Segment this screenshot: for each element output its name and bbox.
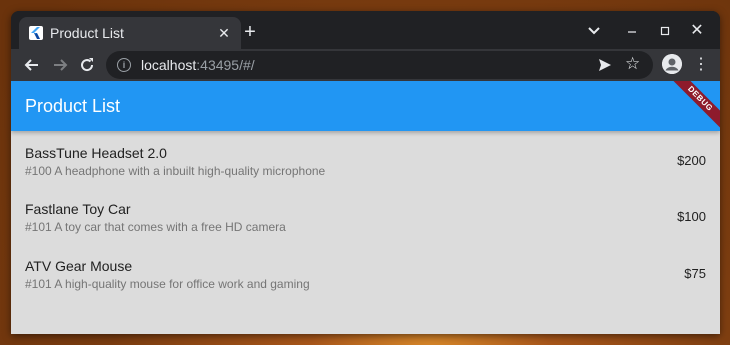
app-page: Product List DEBUG BassTune Headset 2.0 … [11, 81, 720, 334]
reload-icon[interactable] [77, 55, 97, 75]
forward-arrow-icon[interactable] [50, 55, 70, 75]
page-title: Product List [25, 96, 121, 116]
product-description: #101 A high-quality mouse for office wor… [25, 277, 310, 291]
browser-toolbar: i localhost:43495/#/ ☆ ⋮ [11, 49, 720, 81]
browser-window: Product List ✕ + ✕ i localhost:43495/#/ [11, 11, 720, 334]
tab-strip: Product List ✕ + ✕ [11, 11, 720, 49]
tab-title: Product List [50, 25, 124, 41]
send-icon[interactable] [597, 57, 613, 78]
bookmark-star-icon[interactable]: ☆ [625, 54, 640, 74]
product-name: BassTune Headset 2.0 [25, 145, 167, 161]
address-bar[interactable]: i localhost:43495/#/ ☆ [106, 51, 653, 79]
list-item[interactable]: Fastlane Toy Car #101 A toy car that com… [11, 201, 720, 257]
maximize-icon[interactable] [655, 21, 675, 41]
minimize-icon[interactable] [622, 21, 642, 41]
url-text: localhost:43495/#/ [141, 57, 255, 73]
window-close-icon[interactable]: ✕ [687, 21, 707, 41]
product-description: #100 A headphone with a inbuilt high-qua… [25, 164, 326, 178]
product-name: Fastlane Toy Car [25, 201, 131, 217]
product-description: #101 A toy car that comes with a free HD… [25, 220, 286, 234]
browser-tab[interactable]: Product List ✕ [19, 17, 241, 49]
product-price: $200 [677, 153, 706, 168]
tab-search-chevron-icon[interactable] [586, 23, 602, 39]
browser-menu-icon[interactable]: ⋮ [693, 55, 709, 75]
site-info-icon[interactable]: i [117, 58, 131, 72]
tab-close-icon[interactable]: ✕ [215, 24, 233, 42]
flutter-favicon-icon [29, 26, 43, 40]
product-price: $75 [684, 266, 706, 281]
back-arrow-icon[interactable] [22, 55, 42, 75]
list-item[interactable]: BassTune Headset 2.0 #100 A headphone wi… [11, 145, 720, 201]
list-item[interactable]: ATV Gear Mouse #101 A high-quality mouse… [11, 258, 720, 314]
profile-avatar-icon[interactable] [662, 54, 682, 74]
product-price: $100 [677, 209, 706, 224]
new-tab-plus-icon[interactable]: + [240, 22, 260, 42]
app-bar: Product List [11, 81, 720, 131]
product-name: ATV Gear Mouse [25, 258, 133, 274]
